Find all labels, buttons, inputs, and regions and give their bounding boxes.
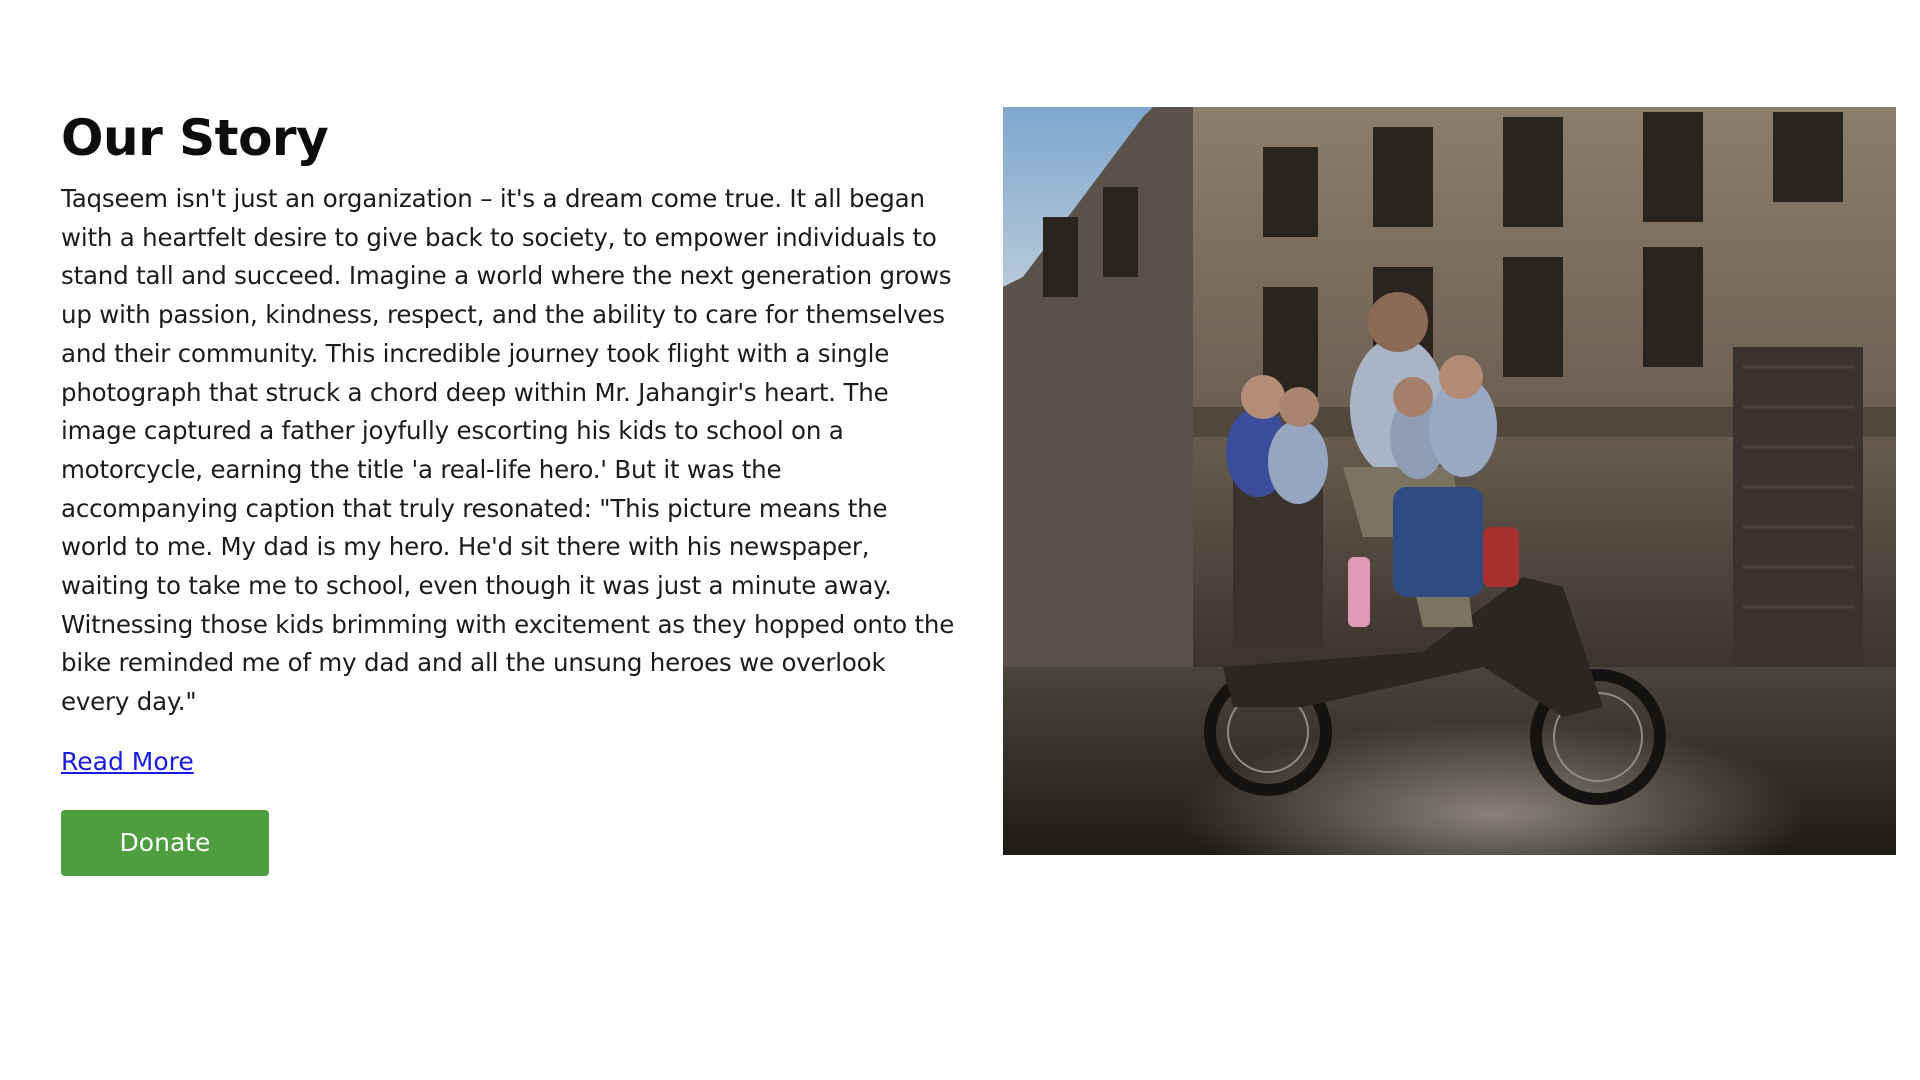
donate-button[interactable]: Donate	[61, 809, 269, 876]
story-paragraph: Taqseem isn't just an organization – it'…	[61, 184, 955, 717]
section-title: Our Story	[61, 109, 329, 167]
donate-container: Donate	[61, 809, 961, 876]
read-more-link[interactable]: Read More	[61, 744, 194, 780]
story-photo	[1003, 107, 1896, 855]
father-kids-motorcycle-image	[1003, 107, 1896, 855]
our-story-section: Our Story Taqseem isn't just an organiza…	[61, 104, 961, 876]
